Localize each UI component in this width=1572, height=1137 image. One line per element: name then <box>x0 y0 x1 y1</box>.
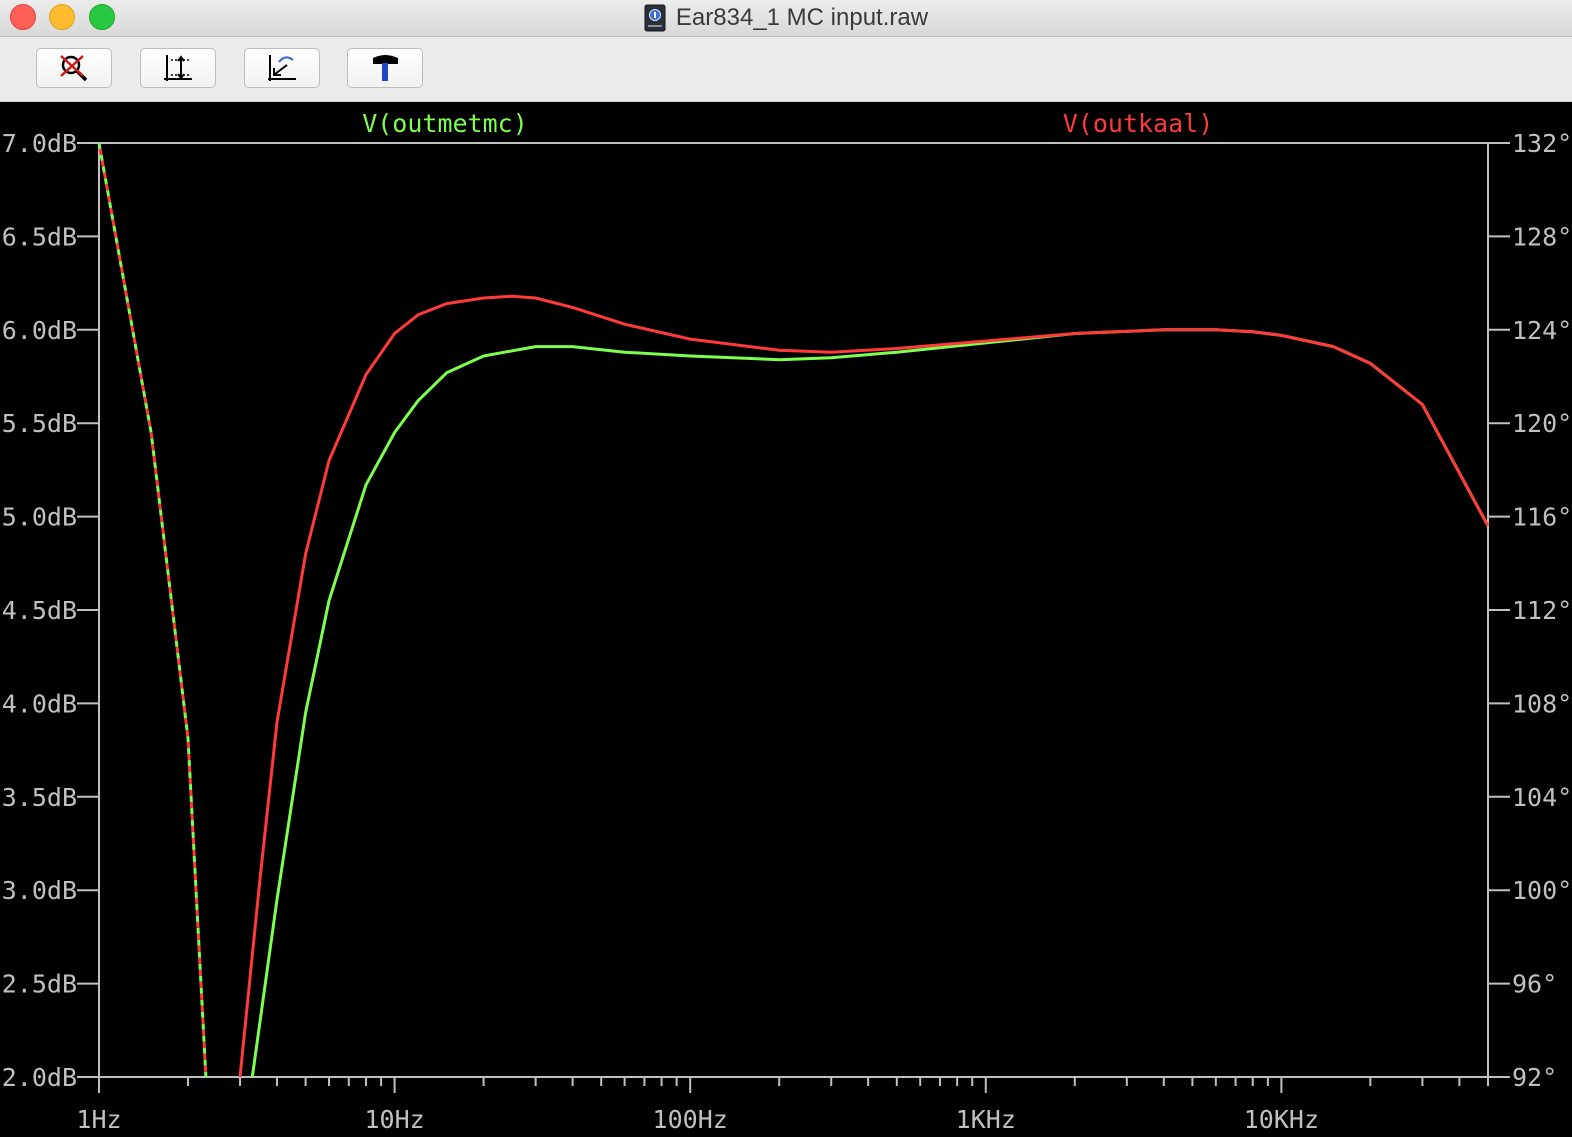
y-right-tick-label: 112° <box>1512 596 1572 625</box>
trace-group <box>97 142 1490 1078</box>
trace-label-outkaal[interactable]: V(outkaal) <box>1063 109 1214 138</box>
x-tick-label: 1Hz <box>76 1105 121 1132</box>
zoom-cancel-button[interactable] <box>36 48 112 88</box>
x-tick-label: 1KHz <box>956 1105 1016 1132</box>
plot-axes <box>98 142 1489 1078</box>
magnitude-trace-v-outkaal[interactable] <box>238 294 1490 1078</box>
bode-plot[interactable]: 7.0dB 6.5dB 6.0dB 5.5dB 5.0dB 4.5dB 4.0dB 3.5dB… <box>0 102 1572 1134</box>
x-tick-label: 10KHz <box>1244 1105 1319 1132</box>
y-axis-right: 132° 128° 124° 120° 116° 112° 108° 104° 100° 96° 9… <box>1488 129 1572 1092</box>
y-left-tick-label: 3.5dB <box>2 783 77 812</box>
y-right-tick-label: 116° <box>1512 503 1572 532</box>
y-left-tick-label: 5.0dB <box>2 503 77 532</box>
window-title-group: Ear834_1 MC input.raw <box>0 0 1572 36</box>
back-trace-icon <box>268 55 296 81</box>
hammer-icon <box>373 55 398 81</box>
plot-pane[interactable]: 7.0dB 6.5dB 6.0dB 5.5dB 5.0dB 4.5dB 4.0dB 3.5dB… <box>0 102 1572 1134</box>
y-right-tick-label: 104° <box>1512 783 1572 812</box>
y-left-tick-label: 7.0dB <box>2 129 77 158</box>
autorange-y-button[interactable] <box>140 48 216 88</box>
back-trace-button[interactable] <box>244 48 320 88</box>
autorange-y-icon <box>164 55 192 81</box>
phase-trace-v-outkaal[interactable] <box>97 142 208 1078</box>
phase-trace-v-outmetmc[interactable] <box>97 142 208 1078</box>
y-right-tick-label: 108° <box>1512 689 1572 718</box>
y-right-tick-label: 132° <box>1512 129 1572 158</box>
y-left-tick-label: 3.0dB <box>2 876 77 905</box>
y-right-tick-label: 100° <box>1512 876 1572 905</box>
y-left-tick-label: 2.0dB <box>2 1063 77 1092</box>
y-right-tick-label: 128° <box>1512 222 1572 251</box>
y-right-tick-label: 124° <box>1512 316 1572 345</box>
y-left-tick-label: 4.0dB <box>2 689 77 718</box>
magnitude-trace-v-outmetmc[interactable] <box>250 328 1490 1078</box>
x-axis: 1Hz 10Hz 100Hz 1KHz 10KHz <box>76 1077 1489 1134</box>
window-title: Ear834_1 MC input.raw <box>675 4 929 31</box>
x-tick-label: 100Hz <box>653 1105 728 1132</box>
x-tick-label: 10Hz <box>364 1105 424 1132</box>
y-right-tick-label: 120° <box>1512 409 1572 438</box>
tools-button[interactable] <box>347 48 423 88</box>
toolbar <box>0 37 1572 102</box>
y-right-tick-label: 92° <box>1512 1063 1557 1092</box>
document-icon <box>644 4 666 32</box>
y-left-tick-label: 4.5dB <box>2 596 77 625</box>
window-titlebar: Ear834_1 MC input.raw <box>0 0 1572 37</box>
y-left-tick-label: 6.5dB <box>2 222 77 251</box>
y-right-tick-label: 96° <box>1512 970 1557 999</box>
trace-label-outmetmc[interactable]: V(outmetmc) <box>362 109 528 138</box>
zoom-cancel-icon <box>60 55 88 82</box>
y-left-tick-label: 5.5dB <box>2 409 77 438</box>
y-left-tick-label: 6.0dB <box>2 316 77 345</box>
y-left-tick-label: 2.5dB <box>2 970 77 999</box>
y-axis-left: 7.0dB 6.5dB 6.0dB 5.5dB 5.0dB 4.5dB 4.0dB 3.5dB… <box>2 129 99 1092</box>
plot-frame <box>98 142 1489 1078</box>
